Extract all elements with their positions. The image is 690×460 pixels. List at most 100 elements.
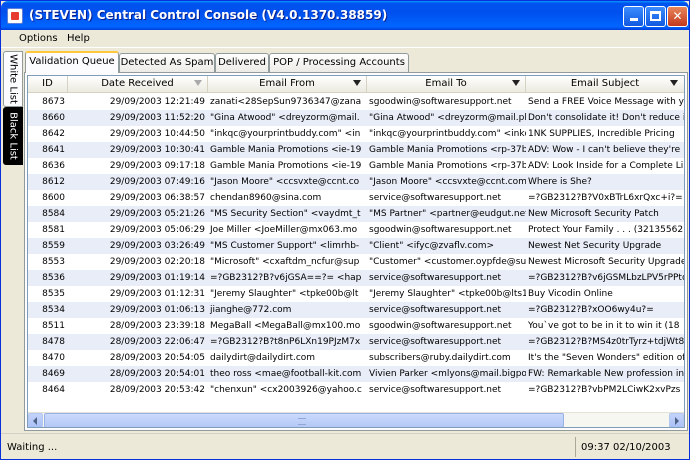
cell-email-to: "Jeremy Slaughter" <tpke00b@lts1 — [369, 289, 526, 299]
cell-email-subject: ADV: Wow - I can't believe they're — [528, 145, 681, 155]
cell-id: 8464 — [42, 385, 65, 395]
cell-email-to: sgoodwin@softwaresupport.net — [369, 321, 512, 331]
table-row[interactable]: 8534 29/09/2003 01:06:13 jianghe@772.com se… — [28, 302, 684, 318]
minimize-icon — [629, 18, 638, 21]
cell-email-to: service@softwaresupport.net — [369, 193, 502, 203]
cell-email-subject: Where is She? — [528, 177, 592, 187]
cell-email-to: sgoodwin@softwaresupport.net — [369, 97, 512, 107]
cell-email-subject: Protect Your Family . . . (32135562 — [528, 225, 684, 235]
column-header-subject-label: Email Subject — [570, 78, 640, 89]
table-row[interactable]: 8511 28/09/2003 23:39:18 MegaBall <MegaBal… — [28, 318, 684, 334]
grid-header: ID Date Received Email From Email To Ema… — [28, 76, 684, 93]
menu-help[interactable]: Help — [67, 33, 90, 44]
cell-email-subject: =?GB2312?B?MS4z0trTyrz+tdjWt8j — [528, 337, 684, 347]
cell-email-subject: FW: Remarkable New profession in — [528, 369, 684, 379]
cell-date-received: 29/09/2003 01:12:31 — [109, 289, 205, 299]
cell-email-to: service@softwaresupport.net — [369, 385, 502, 395]
cell-id: 8535 — [42, 289, 65, 299]
table-row[interactable]: 8584 29/09/2003 05:21:26 "MS Security Sect… — [28, 206, 684, 222]
cell-email-to: sgoodwin@softwaresupport.net — [369, 225, 512, 235]
cell-email-to: "Gina Atwood" <dreyzorm@mail.pl — [369, 113, 526, 123]
table-row[interactable]: 8673 29/09/2003 12:21:49 zanati<28SepSun97… — [28, 94, 684, 110]
horizontal-scrollbar[interactable] — [28, 412, 684, 427]
table-row[interactable]: 8636 29/09/2003 09:17:18 Gamble Mania Prom… — [28, 158, 684, 174]
tab-white-list[interactable]: White List — [3, 51, 23, 107]
cell-email-to: service@softwaresupport.net — [369, 305, 502, 315]
table-row[interactable]: 8553 29/09/2003 02:20:18 "Microsoft" <cxaf… — [28, 254, 684, 270]
tab-panel: ID Date Received Email From Email To Ema… — [24, 72, 688, 431]
table-row[interactable]: 8612 29/09/2003 07:49:16 "Jason Moore" <cc… — [28, 174, 684, 190]
cell-id: 8534 — [42, 305, 65, 315]
cell-email-to: "MS Partner" <partner@eudgut.net — [369, 209, 526, 219]
table-row[interactable]: 8470 28/09/2003 20:54:05 dailydirt@dailydi… — [28, 350, 684, 366]
table-row[interactable]: 8478 28/09/2003 22:06:47 =?GB2312?B?t8nP6L… — [28, 334, 684, 350]
tab-validation-queue[interactable]: Validation Queue — [25, 51, 119, 73]
cell-id: 8660 — [42, 113, 65, 123]
table-row[interactable]: 8469 28/09/2003 20:54:01 theo ross <mae@fo… — [28, 366, 684, 382]
cell-email-from: "MS Security Section" <vaydmt_t — [210, 209, 361, 219]
table-row[interactable]: 8642 29/09/2003 10:44:50 "inkqc@yourprintb… — [28, 126, 684, 142]
scroll-left-button[interactable] — [28, 413, 43, 427]
table-row[interactable]: 8581 29/09/2003 05:06:29 Joe Miller <JoeMi… — [28, 222, 684, 238]
cell-email-from: "Jeremy Slaughter" <tpke00b@lt — [210, 289, 359, 299]
cell-email-from: chendan8960@sina.com — [210, 193, 322, 203]
title-bar[interactable]: (STEVEN) Central Control Console (V4.0.1… — [1, 1, 689, 30]
column-header-email-to[interactable]: Email To — [367, 76, 526, 93]
table-row[interactable]: 8535 29/09/2003 01:12:31 "Jeremy Slaughter… — [28, 286, 684, 302]
table-row[interactable]: 8559 29/09/2003 03:26:49 "MS Customer Supp… — [28, 238, 684, 254]
cell-email-to: service@softwaresupport.net — [369, 273, 502, 283]
cell-email-to: Vivien Parker <mlyons@mail.bigpo — [369, 369, 526, 379]
close-button[interactable]: ✕ — [667, 6, 688, 27]
app-icon — [7, 8, 23, 24]
email-grid[interactable]: ID Date Received Email From Email To Ema… — [27, 75, 685, 428]
table-row[interactable]: 8641 29/09/2003 10:30:41 Gamble Mania Prom… — [28, 142, 684, 158]
cell-email-subject: It's the "Seven Wonders" edition of — [528, 353, 684, 363]
tab-detected-as-spam[interactable]: Detected As Spam — [119, 53, 215, 72]
filter-icon[interactable] — [194, 80, 202, 86]
column-header-email-subject[interactable]: Email Subject — [526, 76, 684, 93]
cell-id: 8636 — [42, 161, 65, 171]
cell-email-to: "Jason Moore" <ccsvxte@ccnt.com. — [369, 177, 526, 187]
table-row[interactable]: 8660 29/09/2003 11:52:20 "Gina Atwood" <dr… — [28, 110, 684, 126]
cell-date-received: 29/09/2003 01:19:14 — [109, 273, 205, 283]
column-header-id[interactable]: ID — [28, 76, 68, 93]
cell-email-from: "inkqc@yourprintbuddy.com" <in — [210, 129, 361, 139]
cell-email-subject: =?GB2312?B?xOO6wy4u?= — [528, 305, 654, 315]
cell-date-received: 29/09/2003 10:44:50 — [109, 129, 205, 139]
filter-icon[interactable] — [670, 80, 678, 86]
cell-id: 8642 — [42, 129, 65, 139]
scroll-right-button[interactable] — [669, 413, 684, 427]
maximize-button[interactable] — [645, 6, 666, 27]
tab-delivered[interactable]: Delivered — [215, 53, 269, 72]
filter-icon[interactable] — [512, 80, 520, 86]
cell-email-from: Gamble Mania Promotions <ie-19 — [210, 145, 362, 155]
cell-id: 8641 — [42, 145, 65, 155]
window-title: (STEVEN) Central Control Console (V4.0.1… — [29, 8, 388, 22]
table-row[interactable]: 8600 29/09/2003 06:38:57 chendan8960@sina.… — [28, 190, 684, 206]
minimize-button[interactable] — [623, 6, 644, 27]
cell-date-received: 29/09/2003 02:20:18 — [109, 257, 205, 267]
cell-email-from: theo ross <mae@football-kit.com — [210, 369, 362, 379]
cell-email-to: "Customer" <customer.oypfde@su — [369, 257, 526, 267]
cell-date-received: 28/09/2003 20:53:42 — [109, 385, 205, 395]
cell-email-from: dailydirt@dailydirt.com — [210, 353, 316, 363]
cell-email-subject: Buy Vicodin Online — [528, 289, 613, 299]
tab-black-list[interactable]: Black List — [3, 107, 23, 165]
filter-icon[interactable] — [353, 80, 361, 86]
table-row[interactable]: 8536 29/09/2003 01:19:14 =?GB2312?B?v6jGSA… — [28, 270, 684, 286]
cell-email-from: zanati<28SepSun9736347@zana — [210, 97, 362, 107]
tab-pop-processing-accounts[interactable]: POP / Processing Accounts — [269, 53, 409, 72]
table-row[interactable]: 8464 28/09/2003 20:53:42 "chenxun" <cx2003… — [28, 382, 684, 398]
menu-options[interactable]: Options — [19, 33, 58, 44]
column-header-date-received[interactable]: Date Received — [68, 76, 208, 93]
column-header-email-from[interactable]: Email From — [208, 76, 367, 93]
cell-email-subject: Newest Net Security Upgrade — [528, 241, 662, 251]
scroll-thumb[interactable] — [44, 413, 564, 427]
cell-email-from: =?GB2312?B?t8nP6LXn19PJzM7x — [210, 337, 361, 347]
cell-email-to: subscribers@ruby.dailydirt.com — [369, 353, 511, 363]
status-separator — [575, 437, 576, 457]
cell-email-from: "MS Customer Support" <limrhb- — [210, 241, 360, 251]
cell-email-from: Gamble Mania Promotions <ie-19 — [210, 161, 362, 171]
cell-email-subject: 1NK SUPPLIES, Incredible Pricing — [528, 129, 675, 139]
cell-email-subject: ADV: Look Inside for a Complete Li — [528, 161, 684, 171]
